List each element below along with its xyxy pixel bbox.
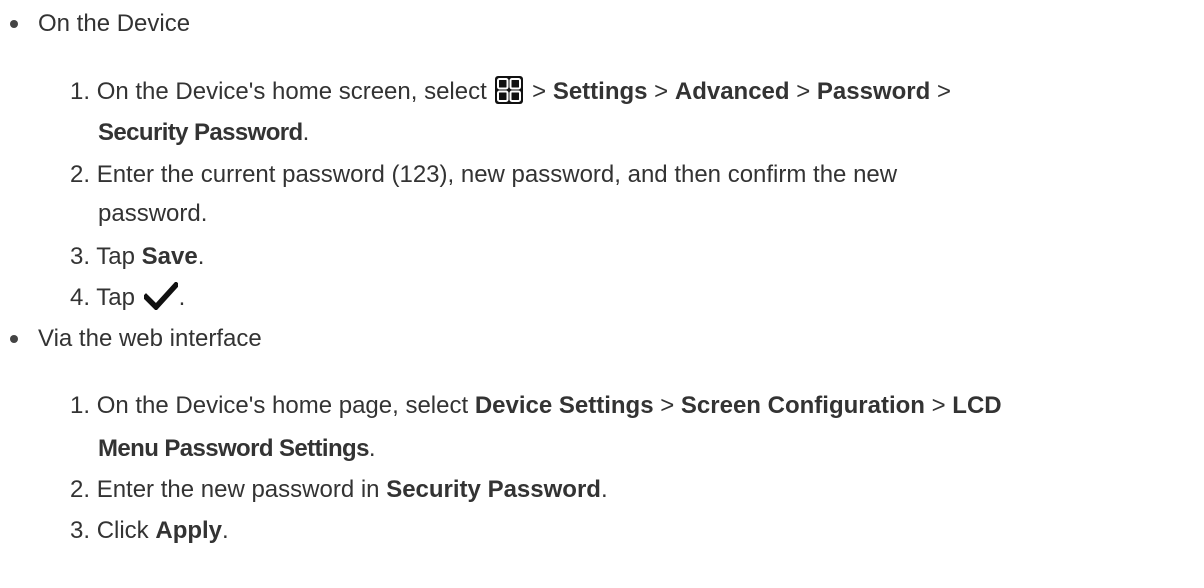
- step-text: .: [600, 476, 608, 503]
- menu-settings: Settings: [552, 78, 648, 105]
- menu-security-password: Security Password: [98, 119, 303, 146]
- section-web-bullet: Via the web interface: [4, 322, 262, 356]
- step-text: Enter the current password (123), new pa…: [96, 161, 898, 188]
- step-text: On the Device's home screen, select: [96, 78, 494, 105]
- bullet-dot: [10, 20, 18, 28]
- section-title: Via the web interface: [38, 325, 262, 352]
- step-text: Tap: [96, 243, 142, 270]
- step-text: .: [222, 517, 229, 544]
- menu-advanced: Advanced: [674, 78, 790, 105]
- web-step-1-line-1: 1. On the Device's home page, select Dev…: [70, 389, 1002, 423]
- step-text: .: [368, 435, 376, 462]
- bullet-dot: [10, 335, 18, 343]
- step-number: 2.: [70, 476, 91, 503]
- apps-grid-icon: [495, 76, 524, 104]
- step-number: 4.: [70, 284, 91, 311]
- separator: >: [924, 392, 953, 419]
- save-label: Save: [141, 243, 198, 270]
- web-step-2: 2. Enter the new password in Security Pa…: [70, 473, 608, 507]
- separator: >: [653, 392, 681, 419]
- menu-device-settings: Device Settings: [474, 392, 654, 419]
- menu-lcd: LCD: [952, 392, 1002, 419]
- step-text: password.: [98, 200, 208, 227]
- step-3: 3. Tap Save.: [70, 240, 204, 274]
- step-number: 1.: [70, 78, 91, 105]
- apply-label: Apply: [155, 517, 223, 544]
- step-text: Tap: [96, 284, 142, 311]
- section-title: On the Device: [38, 10, 191, 37]
- separator: >: [789, 78, 817, 105]
- step-4: 4. Tap .: [70, 281, 185, 315]
- step-number: 1.: [70, 392, 91, 419]
- step-2-line-1: 2. Enter the current password (123), new…: [70, 158, 897, 192]
- section-device-bullet: On the Device: [4, 7, 190, 41]
- step-number: 3.: [70, 517, 91, 544]
- step-text: On the Device's home page, select: [96, 392, 475, 419]
- menu-password-settings: Menu Password Settings: [98, 435, 369, 462]
- instructions-page: On the Device 1. On the Device's home sc…: [0, 0, 1204, 588]
- step-text: .: [302, 119, 310, 146]
- separator: >: [647, 78, 675, 105]
- step-1-line-1: 1. On the Device's home screen, select >…: [70, 75, 951, 109]
- web-step-3: 3. Click Apply.: [70, 514, 229, 548]
- step-text: Enter the new password in: [96, 476, 387, 503]
- step-number: 3.: [70, 243, 91, 270]
- step-text: .: [197, 243, 205, 270]
- step-text: Click: [96, 517, 156, 544]
- menu-screen-configuration: Screen Configuration: [680, 392, 925, 419]
- separator: >: [930, 78, 951, 105]
- web-step-1-line-2: Menu Password Settings.: [98, 432, 376, 466]
- checkmark-icon: [143, 282, 178, 310]
- step-text: .: [178, 284, 186, 311]
- step-1-line-2: Security Password.: [98, 116, 309, 150]
- step-number: 2.: [70, 161, 91, 188]
- separator: >: [525, 78, 553, 105]
- step-2-line-2: password.: [98, 197, 207, 231]
- menu-password: Password: [816, 78, 931, 105]
- security-password-label: Security Password: [386, 476, 601, 503]
